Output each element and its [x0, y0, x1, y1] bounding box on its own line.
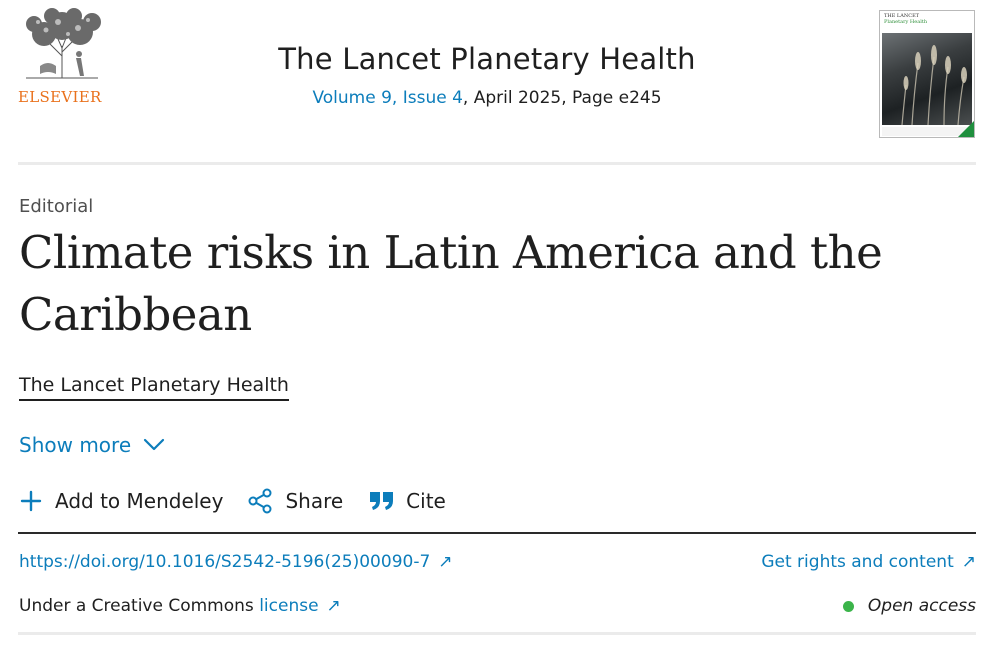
quote-icon: [370, 492, 394, 510]
share-icon: [248, 488, 272, 514]
issue-details: , April 2025, Page e245: [462, 88, 662, 108]
cover-image: [882, 33, 972, 126]
elsevier-logo-text: ELSEVIER: [18, 88, 102, 106]
show-more-label: Show more: [19, 433, 132, 457]
elsevier-logo[interactable]: ELSEVIER: [18, 8, 106, 108]
external-link-icon: ↗: [438, 552, 453, 572]
share-button[interactable]: Share: [247, 488, 343, 514]
cover-grass-illustration: [901, 45, 967, 126]
journal-cover-thumbnail[interactable]: THE LANCET Planetary Health: [879, 10, 975, 138]
external-link-icon: ↗: [326, 596, 341, 616]
issue-line: Volume 9, Issue 4, April 2025, Page e245: [230, 88, 744, 108]
open-access-dot-icon: [842, 600, 854, 612]
open-access-badge: Open access: [842, 596, 976, 616]
doi-text: https://doi.org/10.1016/S2542-5196(25)00…: [19, 552, 431, 572]
license-prefix: Under a Creative Commons: [19, 596, 260, 616]
volume-issue-link[interactable]: Volume 9, Issue 4: [312, 88, 462, 108]
cite-button[interactable]: Cite: [369, 489, 446, 513]
article-title: Climate risks in Latin America and the C…: [19, 226, 883, 341]
open-access-label: Open access: [867, 596, 976, 616]
article-toolbar: Add to Mendeley Share Cite: [19, 488, 446, 514]
license-link-text: license: [259, 596, 319, 616]
toolbar-divider: [18, 532, 976, 534]
journal-info: The Lancet Planetary Health Volume 9, Is…: [230, 42, 744, 108]
add-to-mendeley-label: Add to Mendeley: [55, 489, 224, 513]
page-header: ELSEVIER The Lancet Planetary Health Vol…: [0, 0, 1000, 150]
doi-link[interactable]: https://doi.org/10.1016/S2542-5196(25)00…: [19, 552, 453, 572]
author-link[interactable]: The Lancet Planetary Health: [19, 374, 289, 401]
cover-subtitle: Planetary Health: [884, 19, 928, 25]
rights-text: Get rights and content: [761, 552, 954, 572]
article-type: Editorial: [19, 196, 94, 217]
footer-divider: [18, 632, 976, 635]
show-more-button[interactable]: Show more: [19, 433, 165, 457]
cite-label: Cite: [406, 489, 446, 513]
add-to-mendeley-button[interactable]: Add to Mendeley: [19, 489, 223, 513]
chevron-down-icon: [144, 438, 165, 451]
plus-icon: [20, 490, 42, 512]
cover-masthead: THE LANCET Planetary Health: [880, 11, 974, 33]
get-rights-link[interactable]: Get rights and content ↗: [761, 552, 976, 572]
elsevier-tree-icon: [26, 8, 101, 79]
header-divider: [18, 162, 976, 165]
journal-title[interactable]: The Lancet Planetary Health: [230, 42, 744, 76]
license-line: Under a Creative Commons license ↗: [19, 596, 341, 616]
license-link[interactable]: license ↗: [259, 596, 341, 616]
share-label: Share: [285, 489, 344, 513]
external-link-icon: ↗: [961, 552, 976, 572]
cover-corner-mark: [958, 121, 974, 137]
